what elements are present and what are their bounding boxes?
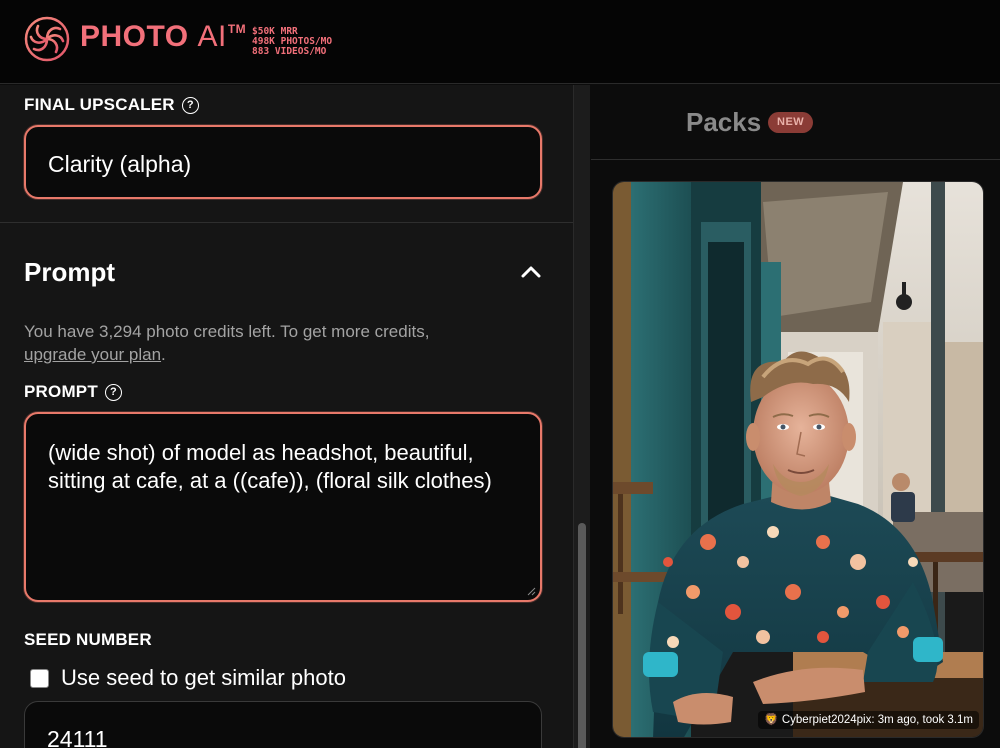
question-circle-icon[interactable]: ? xyxy=(104,383,122,401)
seed-checkbox-row[interactable]: Use seed to get similar photo xyxy=(30,665,346,691)
prompt-textarea[interactable]: (wide shot) of model as headshot, beauti… xyxy=(24,412,542,602)
new-badge: NEW xyxy=(768,112,814,133)
prompt-label-text: PROMPT xyxy=(24,382,98,401)
results-panel: Packs NEW 🦁 Cyberpiet2024pix: 3m ago, to… xyxy=(591,85,1000,748)
credits-period: . xyxy=(161,345,166,364)
stat-videos: 883 VIDEOS/MO xyxy=(252,46,327,57)
lion-emoji-icon: 🦁 xyxy=(764,714,779,726)
final-upscaler-select[interactable]: Clarity (alpha) xyxy=(24,125,542,199)
app-header: PHOTO AITM $50K MRR 498K PHOTOS/MO 883 V… xyxy=(0,0,1000,84)
resize-grip-icon[interactable] xyxy=(526,586,536,596)
final-upscaler-label-text: FINAL UPSCALER xyxy=(24,95,175,114)
final-upscaler-value: Clarity (alpha) xyxy=(48,151,192,177)
seed-number-label-text: SEED NUMBER xyxy=(24,630,152,649)
seed-checkbox[interactable] xyxy=(30,668,49,688)
photo-caption-text: Cyberpiet2024pix: 3m ago, took 3.1m xyxy=(781,714,973,726)
credits-text: You have 3,294 photo credits left. To ge… xyxy=(24,322,430,341)
scrollbar-thumb[interactable] xyxy=(578,523,586,748)
section-divider xyxy=(0,222,573,223)
panel-scrollbar[interactable] xyxy=(573,85,590,748)
swirl-logo-icon[interactable] xyxy=(24,16,70,62)
credits-notice: You have 3,294 photo credits left. To ge… xyxy=(24,320,544,366)
seed-number-label: SEED NUMBER xyxy=(24,630,152,650)
prompt-text-value: (wide shot) of model as headshot, beauti… xyxy=(48,440,492,493)
logo-name: PHOTO xyxy=(80,20,189,53)
packs-tab-bar: Packs NEW xyxy=(591,85,1000,160)
prompt-section-title[interactable]: Prompt xyxy=(24,257,115,288)
logo-ai: AI xyxy=(197,20,227,53)
business-stats: $50K MRR 498K PHOTOS/MO 883 VIDEOS/MO xyxy=(252,27,332,57)
seed-number-input[interactable]: 24111 xyxy=(24,701,542,748)
generated-photo[interactable]: 🦁 Cyberpiet2024pix: 3m ago, took 3.1m xyxy=(612,181,984,738)
question-circle-icon[interactable]: ? xyxy=(181,96,199,114)
app-logo-text[interactable]: PHOTO AITM xyxy=(80,20,246,54)
photo-caption: 🦁 Cyberpiet2024pix: 3m ago, took 3.1m xyxy=(758,711,979,729)
settings-panel: FINAL UPSCALER ? Clarity (alpha) Prompt … xyxy=(0,85,573,748)
seed-checkbox-label[interactable]: Use seed to get similar photo xyxy=(61,665,346,691)
chevron-up-icon[interactable] xyxy=(520,263,542,281)
prompt-label: PROMPT ? xyxy=(24,382,122,402)
final-upscaler-label: FINAL UPSCALER ? xyxy=(24,95,199,115)
seed-number-value: 24111 xyxy=(47,726,108,748)
tab-packs[interactable]: Packs xyxy=(686,107,761,138)
logo-tm: TM xyxy=(227,22,247,36)
upgrade-plan-link[interactable]: upgrade your plan xyxy=(24,345,161,364)
cafe-portrait-image xyxy=(613,182,983,737)
